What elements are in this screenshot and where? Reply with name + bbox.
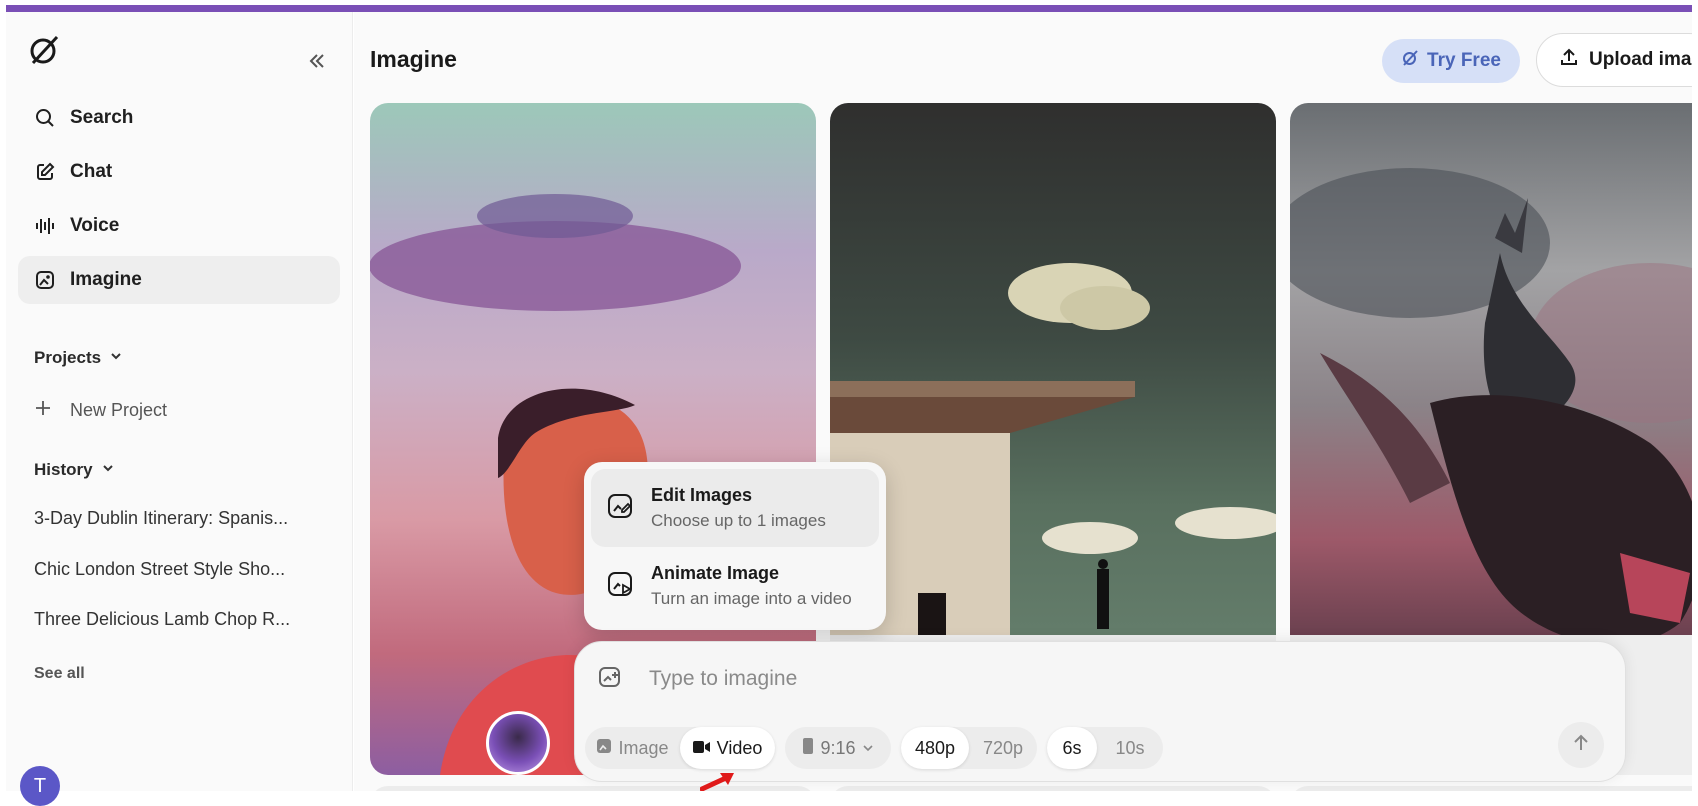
edit-images-subtitle: Choose up to 1 images xyxy=(651,511,826,530)
resolution-toggle: 480p 720p xyxy=(901,727,1037,769)
gallery-image-row2[interactable] xyxy=(1290,786,1692,791)
chevron-down-icon xyxy=(101,460,115,480)
projects-section-toggle[interactable]: Projects xyxy=(34,348,123,368)
nav-search[interactable]: Search xyxy=(18,94,340,142)
mode-video-label: Video xyxy=(716,737,763,758)
imagine-icon xyxy=(34,269,56,291)
aspect-ratio-select[interactable]: 9:16 xyxy=(785,727,891,769)
add-image-button[interactable] xyxy=(587,656,633,702)
try-free-button[interactable]: Try Free xyxy=(1382,39,1520,83)
resolution-480p-option[interactable]: 480p xyxy=(901,727,969,769)
mode-video-option[interactable]: Video xyxy=(680,727,775,769)
submit-button[interactable] xyxy=(1558,722,1604,768)
chevron-down-icon xyxy=(109,348,123,368)
edit-image-icon xyxy=(607,493,633,524)
voice-wave-icon xyxy=(34,215,56,237)
animate-image-option[interactable]: Animate Image Turn an image into a video xyxy=(591,547,879,625)
aspect-ratio-option: 9:16 xyxy=(785,727,891,769)
nav-chat-label: Chat xyxy=(70,161,113,182)
history-heading: History xyxy=(34,460,93,479)
try-free-label: Try Free xyxy=(1427,50,1501,71)
history-item[interactable]: Chic London Street Style Sho... xyxy=(34,559,285,580)
spark-icon xyxy=(1401,49,1419,73)
mode-image-option[interactable]: Image xyxy=(585,727,680,769)
floating-avatar-image[interactable] xyxy=(486,711,550,775)
search-icon xyxy=(34,107,56,129)
mode-image-label: Image xyxy=(618,737,669,758)
image-icon xyxy=(596,738,612,759)
see-all-link[interactable]: See all xyxy=(34,665,85,683)
page-title: Imagine xyxy=(370,46,457,72)
history-item[interactable]: Three Delicious Lamb Chop R... xyxy=(34,609,290,630)
add-image-icon xyxy=(598,665,622,694)
portrait-ratio-icon xyxy=(802,737,814,760)
duration-6s-option[interactable]: 6s xyxy=(1047,727,1097,769)
upload-image-label: Upload image xyxy=(1589,49,1692,70)
nav-voice[interactable]: Voice xyxy=(18,202,340,250)
red-arrow-annotation-icon xyxy=(700,773,734,791)
resolution-720p-option[interactable]: 720p xyxy=(969,727,1037,769)
upload-icon xyxy=(1559,47,1579,73)
image-actions-menu: Edit Images Choose up to 1 images Animat… xyxy=(584,462,886,630)
nav-chat[interactable]: Chat xyxy=(18,148,340,196)
new-project-label: New Project xyxy=(70,400,168,420)
arrow-up-icon xyxy=(1571,733,1591,758)
nav-imagine[interactable]: Imagine xyxy=(18,256,340,304)
app-logo-icon[interactable] xyxy=(26,32,62,68)
gallery-image-row2[interactable] xyxy=(370,786,816,791)
collapse-sidebar-icon[interactable] xyxy=(306,50,328,72)
nav-voice-label: Voice xyxy=(70,215,120,236)
top-accent-strip xyxy=(6,5,1692,12)
animate-image-icon xyxy=(607,571,633,602)
sidebar: Search Chat Voice Imagine Projects New P… xyxy=(6,12,353,806)
new-project-button[interactable]: New Project xyxy=(34,399,167,422)
history-item[interactable]: 3-Day Dublin Itinerary: Spanis... xyxy=(34,508,288,529)
chat-edit-icon xyxy=(34,161,56,183)
duration-10s-option[interactable]: 10s xyxy=(1097,727,1163,769)
animate-image-title: Animate Image xyxy=(651,563,780,583)
gallery-image-row2[interactable] xyxy=(830,786,1276,791)
prompt-input[interactable] xyxy=(649,660,1349,698)
edit-images-option[interactable]: Edit Images Choose up to 1 images xyxy=(591,469,879,547)
projects-heading: Projects xyxy=(34,348,102,367)
duration-toggle: 6s 10s xyxy=(1047,727,1163,769)
animate-image-subtitle: Turn an image into a video xyxy=(651,589,852,608)
plus-icon xyxy=(34,399,52,422)
nav-imagine-label: Imagine xyxy=(70,269,142,290)
upload-image-button[interactable]: Upload image xyxy=(1536,33,1692,87)
edit-images-title: Edit Images xyxy=(651,485,753,505)
user-avatar[interactable]: T xyxy=(20,766,60,806)
history-section-toggle[interactable]: History xyxy=(34,460,115,480)
imagine-composer: Image Video 9:16 480p 720p 6s 10s xyxy=(574,641,1626,782)
nav-search-label: Search xyxy=(70,107,134,128)
chevron-down-icon xyxy=(862,738,874,759)
aspect-ratio-label: 9:16 xyxy=(820,737,856,758)
video-camera-icon xyxy=(692,738,711,759)
mode-toggle: Image Video xyxy=(585,727,775,769)
